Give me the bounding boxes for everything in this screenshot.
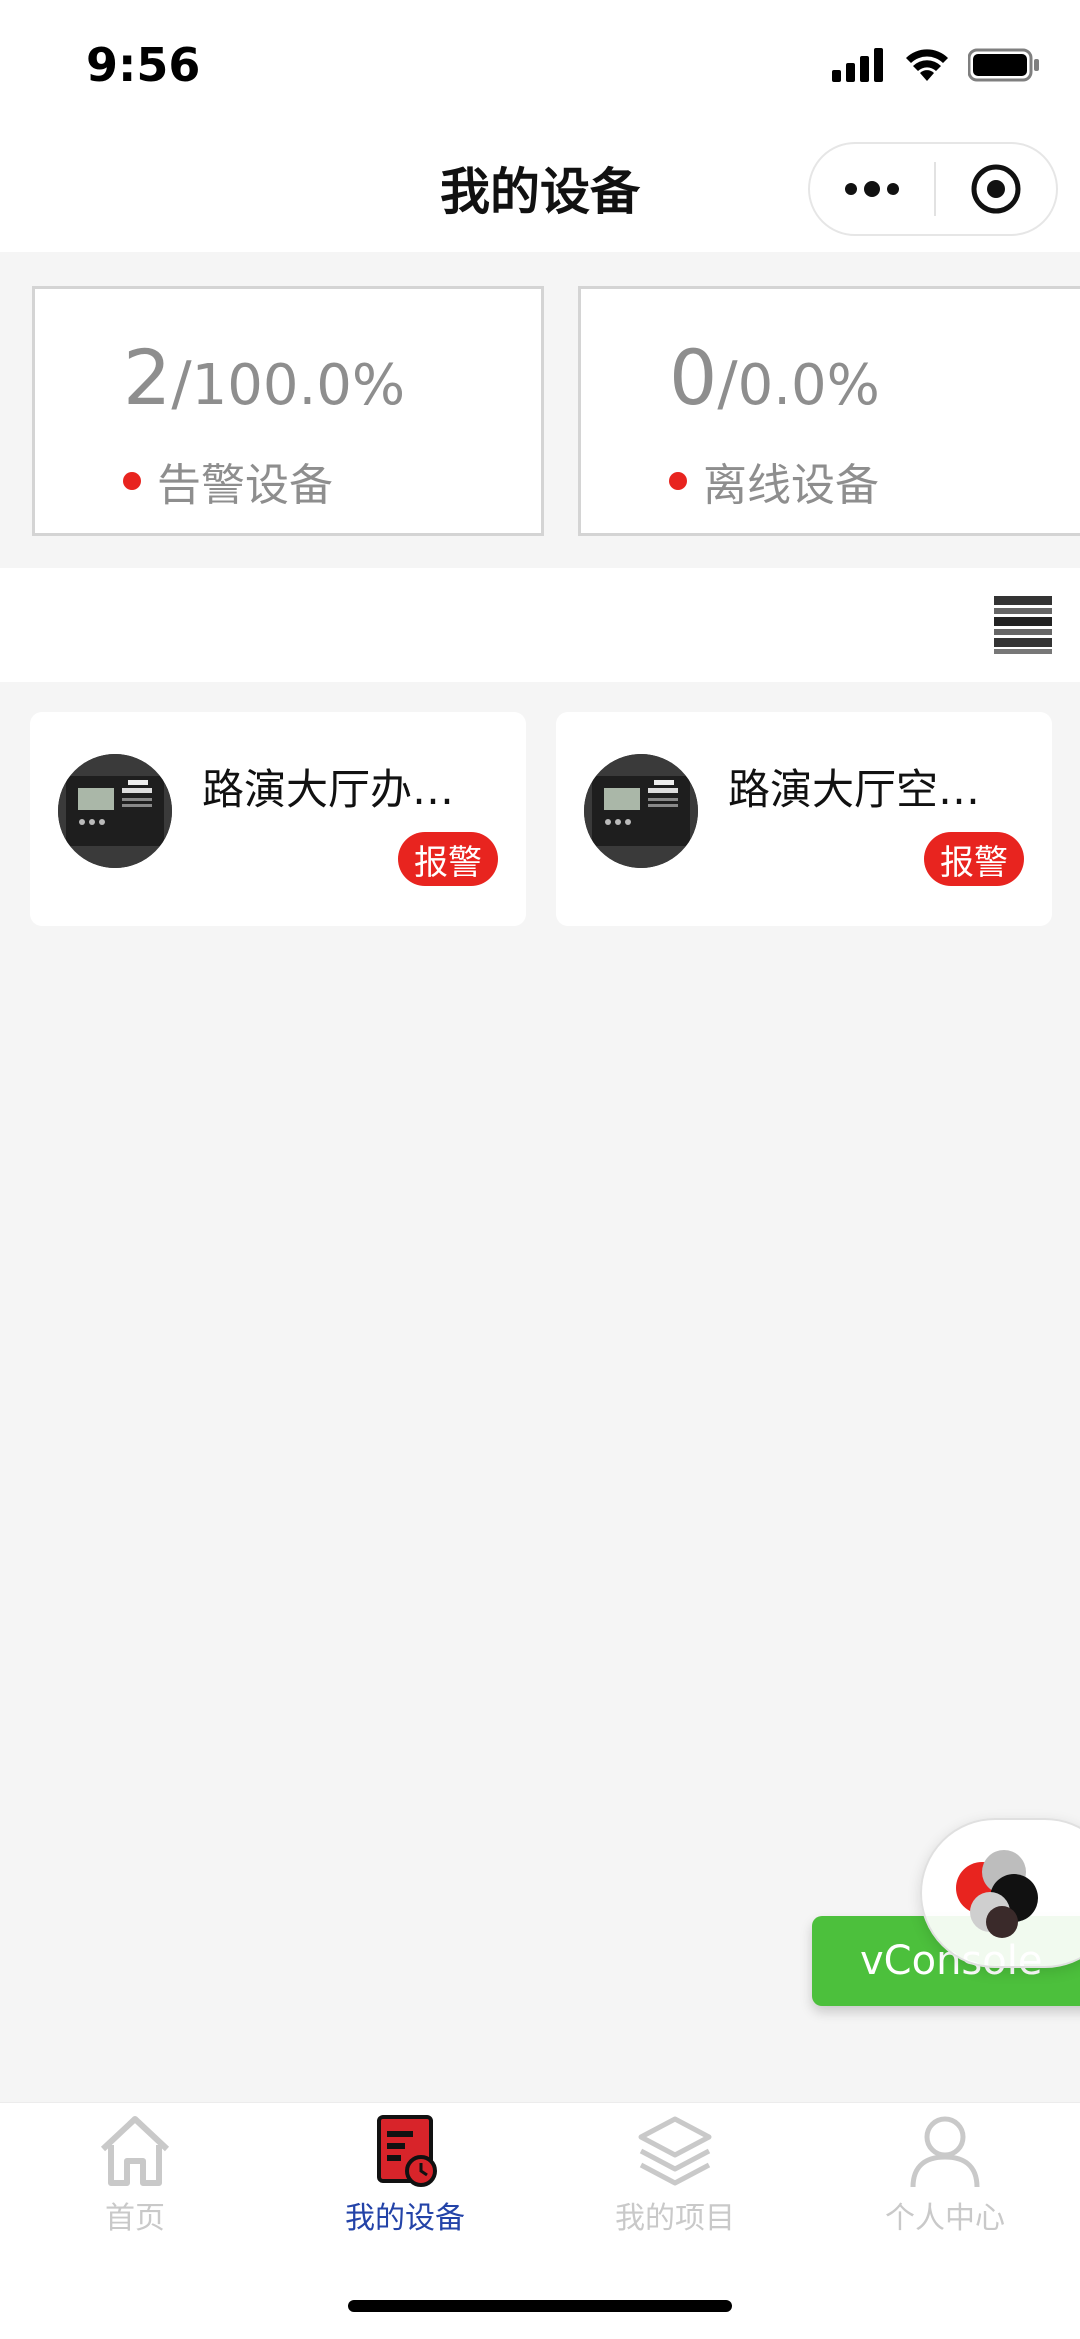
offline-count: 0 bbox=[669, 333, 718, 422]
offline-stat-label: 离线设备 bbox=[669, 449, 879, 513]
more-button[interactable] bbox=[810, 144, 934, 234]
status-icons bbox=[832, 44, 1040, 86]
more-dots-icon bbox=[845, 181, 899, 197]
device-name: 路演大厅空… bbox=[728, 765, 981, 814]
tab-my-projects[interactable]: 我的项目 bbox=[540, 2111, 810, 2241]
logo-icon bbox=[956, 1850, 1038, 1938]
device-image bbox=[58, 754, 172, 868]
device-name: 路演大厅办… bbox=[202, 765, 455, 814]
layers-icon bbox=[638, 2116, 712, 2186]
home-icon bbox=[100, 2116, 170, 2186]
miniprogram-capsule bbox=[808, 142, 1058, 236]
home-indicator[interactable] bbox=[348, 2300, 732, 2312]
tab-profile[interactable]: 个人中心 bbox=[810, 2111, 1080, 2241]
status-bar: 9:56 bbox=[0, 0, 1080, 130]
device-thumbnail bbox=[58, 754, 172, 868]
alarm-status-badge: 报警 bbox=[924, 832, 1024, 886]
tab-label: 个人中心 bbox=[885, 2201, 1005, 2236]
target-icon bbox=[971, 164, 1021, 214]
close-miniprogram-button[interactable] bbox=[936, 144, 1056, 234]
offline-percent: 0.0% bbox=[737, 353, 880, 418]
alarm-stat-label: 告警设备 bbox=[123, 449, 333, 513]
nav-bar: 我的设备 bbox=[0, 130, 1080, 252]
alarm-devices-card[interactable]: 2/100.0% 告警设备 bbox=[32, 286, 544, 536]
device-thumbnail bbox=[584, 754, 698, 868]
alarm-label-text: 告警设备 bbox=[157, 460, 333, 511]
user-icon bbox=[910, 2116, 980, 2188]
status-time: 9:56 bbox=[86, 38, 201, 92]
offline-dot-icon bbox=[669, 472, 687, 490]
alarm-stat-value: 2/100.0% bbox=[123, 333, 406, 422]
menu-icon[interactable] bbox=[994, 594, 1052, 656]
filter-row bbox=[0, 568, 1080, 682]
floating-ball[interactable] bbox=[920, 1818, 1080, 1968]
signal-icon bbox=[832, 48, 883, 82]
alarm-status-badge: 报警 bbox=[398, 832, 498, 886]
alarm-count: 2 bbox=[123, 333, 172, 422]
tab-label: 我的项目 bbox=[615, 2201, 735, 2236]
stats-section: 2/100.0% 告警设备 0/0.0% 离线设备 bbox=[0, 252, 1080, 568]
wifi-icon bbox=[906, 49, 948, 81]
alarm-percent: 100.0% bbox=[191, 353, 406, 418]
tab-label: 首页 bbox=[105, 2201, 165, 2236]
device-image bbox=[584, 754, 698, 868]
offline-label-text: 离线设备 bbox=[703, 460, 879, 511]
device-card[interactable]: 路演大厅办… 报警 bbox=[30, 712, 526, 926]
tab-my-devices[interactable]: 我的设备 bbox=[270, 2111, 540, 2241]
alarm-dot-icon bbox=[123, 472, 141, 490]
offline-devices-card[interactable]: 0/0.0% 离线设备 bbox=[578, 286, 1080, 536]
device-icon bbox=[377, 2115, 437, 2187]
tab-label: 我的设备 bbox=[345, 2201, 465, 2236]
battery-icon bbox=[968, 48, 1039, 82]
device-card[interactable]: 路演大厅空… 报警 bbox=[556, 712, 1052, 926]
tab-home[interactable]: 首页 bbox=[0, 2111, 270, 2241]
offline-stat-value: 0/0.0% bbox=[669, 333, 880, 422]
